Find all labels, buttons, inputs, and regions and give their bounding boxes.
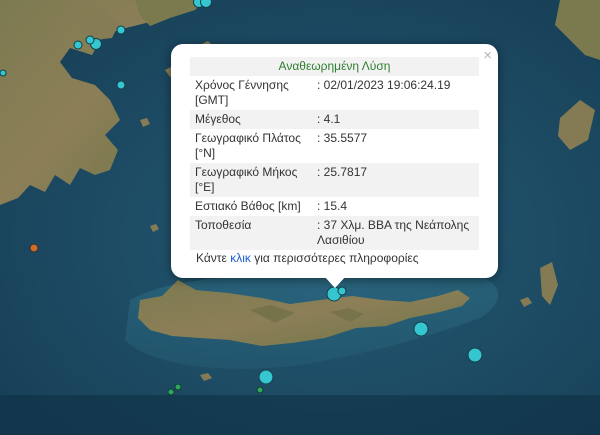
more-info-prefix: Κάντε: [196, 251, 231, 265]
latitude-label: Γεωγραφικό Πλάτος [°N]: [195, 131, 301, 160]
table-row: Μέγεθος : 4.1: [190, 110, 479, 129]
origin-time-value: : 02/01/2023 19:06:24.19: [317, 78, 451, 92]
earthquake-marker-icon[interactable]: [29, 243, 39, 253]
earthquake-info-popup: × Αναθεωρημένη Λύση Χρόνος Γέννησης [GMT…: [171, 44, 498, 278]
longitude-value: : 25.7817: [312, 163, 479, 197]
earthquake-marker-icon[interactable]: [116, 80, 126, 90]
depth-value: : 15.4: [317, 199, 348, 213]
earthquake-marker-icon[interactable]: [413, 321, 429, 337]
close-icon[interactable]: ×: [483, 47, 492, 65]
magnitude-label: Μέγεθος: [190, 110, 312, 129]
table-row: Τοποθεσία : 37 Χλμ. ΒΒΑ της Νεάπολης Λασ…: [190, 216, 479, 250]
earthquake-marker-icon[interactable]: [116, 25, 126, 35]
more-info-link[interactable]: κλικ: [230, 251, 251, 265]
origin-time-label: Χρόνος Γέννησης [GMT]: [195, 78, 289, 107]
earthquake-marker-icon[interactable]: [467, 347, 483, 363]
popup-title: Αναθεωρημένη Λύση: [190, 57, 479, 76]
earthquake-marker-icon[interactable]: [174, 383, 182, 391]
earthquake-marker-icon[interactable]: [167, 388, 175, 396]
earthquake-info-table: Αναθεωρημένη Λύση Χρόνος Γέννησης [GMT] …: [190, 57, 479, 250]
more-info-suffix: για περισσότερες πληροφορίες: [250, 251, 419, 265]
earthquake-marker-icon[interactable]: [73, 40, 83, 50]
magnitude-value: : 4.1: [312, 110, 479, 129]
location-label: Τοποθεσία: [190, 216, 312, 250]
table-row: Γεωγραφικό Μήκος [°E] : 25.7817: [190, 163, 479, 197]
table-row: Γεωγραφικό Πλάτος [°N] : 35.5577: [190, 129, 479, 163]
table-row: Εστιακό Βάθος [km] : 15.4: [190, 197, 479, 216]
latitude-value: : 35.5577: [317, 131, 368, 145]
earthquake-marker-icon[interactable]: [258, 369, 274, 385]
table-row: Χρόνος Γέννησης [GMT] : 02/01/2023 19:06…: [190, 76, 479, 110]
longitude-label: Γεωγραφικό Μήκος [°E]: [190, 163, 312, 197]
more-info-text: Κάντε κλικ για περισσότερες πληροφορίες: [196, 251, 419, 265]
popup-pointer-icon: [324, 276, 346, 288]
earthquake-marker-icon[interactable]: [256, 386, 264, 394]
location-value: : 37 Χλμ. ΒΒΑ της Νεάπολης Λασιθίου: [312, 216, 479, 250]
depth-label: Εστιακό Βάθος [km]: [195, 199, 301, 213]
earthquake-marker-icon[interactable]: [85, 35, 95, 45]
